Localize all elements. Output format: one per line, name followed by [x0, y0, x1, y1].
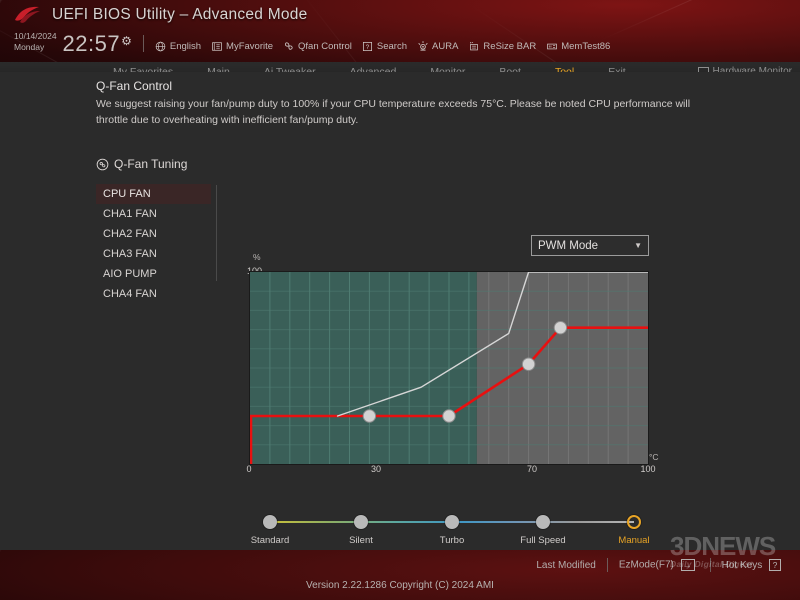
qfan-control-dialog: Q-Fan Control We suggest raising your fa… — [0, 72, 800, 600]
fan-selector-list: CPU FAN CHA1 FAN CHA2 FAN CHA3 FAN AIO P… — [96, 184, 211, 304]
header-title-row: UEFI BIOS Utility – Advanced Mode — [13, 5, 308, 25]
fan-item-aio-pump[interactable]: AIO PUMP — [96, 264, 211, 284]
x-tick-70: 70 — [526, 464, 537, 474]
fan-mode-value: PWM Mode — [538, 239, 599, 252]
preset-silent[interactable]: Silent — [326, 512, 396, 546]
header-item-label: English — [169, 40, 202, 52]
fan-item-cha4-fan[interactable]: CHA4 FAN — [96, 284, 211, 304]
svg-text:?: ? — [366, 43, 370, 50]
header-toolbar: 10/14/2024 Monday 22:57 ⚙ English MyFavo… — [14, 31, 620, 55]
star-list-icon — [211, 40, 223, 52]
x-axis-unit: °C — [649, 452, 659, 462]
header-item-label: ReSize BAR — [483, 40, 537, 52]
preset-label: Manual — [618, 535, 650, 546]
dialog-title: Q-Fan Control — [96, 79, 173, 93]
header-item-resize-bar[interactable]: ReSize BAR — [468, 40, 536, 52]
globe-icon — [155, 40, 167, 52]
preset-dot-icon — [536, 515, 550, 529]
footer-shortcuts: Last Modified EzMode(F7) → Hot Keys ? — [525, 558, 792, 572]
chevron-down-icon: ▼ — [634, 241, 642, 250]
fan-item-cpu-fan[interactable]: CPU FAN — [96, 184, 211, 204]
page-title: UEFI BIOS Utility – Advanced Mode — [52, 6, 308, 23]
preset-label: Turbo — [439, 535, 465, 546]
resize-bar-icon — [468, 40, 480, 52]
question-key-icon: ? — [769, 559, 781, 571]
memory-icon — [546, 40, 558, 52]
hotkeys-button[interactable]: Hot Keys ? — [711, 559, 792, 571]
rog-logo-icon — [13, 5, 43, 25]
date-text: 10/14/2024 — [14, 31, 57, 41]
app-header: UEFI BIOS Utility – Advanced Mode 10/14/… — [0, 0, 800, 62]
qfan-tuning-label: Q-Fan Tuning — [114, 157, 188, 171]
preset-manual[interactable]: Manual — [599, 512, 669, 546]
header-item-english[interactable]: English — [155, 40, 201, 52]
header-item-search[interactable]: ? Search — [362, 40, 407, 52]
preset-label: Standard — [250, 535, 290, 546]
preset-dot-icon — [354, 515, 368, 529]
app-footer: Last Modified EzMode(F7) → Hot Keys ? Ve… — [0, 550, 800, 600]
fan-curve-svg — [250, 272, 648, 464]
lightbulb-icon — [417, 40, 429, 52]
preset-dot-icon — [627, 515, 641, 529]
fan-gauge-icon — [96, 158, 109, 171]
fan-preset-slider: Standard Silent Turbo Full Speed Manual — [250, 512, 650, 552]
preset-label: Silent — [349, 535, 373, 546]
preset-standard[interactable]: Standard — [235, 512, 305, 546]
fan-curve-plot-area[interactable] — [249, 271, 649, 465]
hotkeys-label: Hot Keys — [721, 560, 763, 571]
header-divider — [142, 35, 144, 52]
header-item-label: Search — [376, 40, 408, 52]
header-item-label: MemTest86 — [561, 40, 611, 52]
header-item-memtest86[interactable]: MemTest86 — [546, 40, 610, 52]
gear-icon[interactable]: ⚙ — [121, 35, 132, 47]
datetime-block: 10/14/2024 Monday — [14, 31, 57, 55]
ezmode-label: EzMode(F7) — [618, 559, 674, 571]
header-item-label: MyFavorite — [226, 40, 274, 52]
dialog-description: We suggest raising your fan/pump duty to… — [96, 98, 691, 126]
preset-dot-icon — [263, 515, 277, 529]
preset-turbo[interactable]: Turbo — [417, 512, 487, 546]
fan-item-cha3-fan[interactable]: CHA3 FAN — [96, 244, 211, 264]
y-axis-unit: % — [253, 252, 261, 262]
last-modified-button[interactable]: Last Modified — [525, 560, 606, 571]
header-item-myfavorite[interactable]: MyFavorite — [211, 40, 273, 52]
arrow-right-icon: → — [680, 559, 695, 571]
preset-dot-icon — [445, 515, 459, 529]
qfan-tuning-row[interactable]: Q-Fan Tuning — [96, 157, 187, 171]
question-box-icon: ? — [362, 40, 374, 52]
preset-full-speed[interactable]: Full Speed — [508, 512, 578, 546]
header-item-label: AURA — [432, 40, 459, 52]
x-tick-30: 30 — [370, 464, 381, 474]
x-tick-100: 100 — [640, 464, 656, 474]
fan-icon — [283, 40, 295, 52]
version-text: Version 2.22.1286 Copyright (C) 2024 AMI — [306, 580, 494, 591]
preset-label: Full Speed — [520, 535, 566, 546]
list-divider — [216, 185, 217, 281]
x-tick-0: 0 — [246, 464, 252, 474]
weekday-text: Monday — [14, 41, 45, 52]
ezmode-button[interactable]: EzMode(F7) → — [608, 559, 710, 571]
header-item-aura[interactable]: AURA — [417, 40, 458, 52]
clock-text: 22:57 — [62, 31, 121, 56]
fan-curve-chart: % °C 100 50 0 30 70 100 — [240, 252, 800, 573]
fan-item-cha1-fan[interactable]: CHA1 FAN — [96, 204, 211, 224]
header-item-qfan-control[interactable]: Qfan Control — [283, 40, 352, 52]
header-item-label: Qfan Control — [298, 40, 352, 52]
fan-item-cha2-fan[interactable]: CHA2 FAN — [96, 224, 211, 244]
